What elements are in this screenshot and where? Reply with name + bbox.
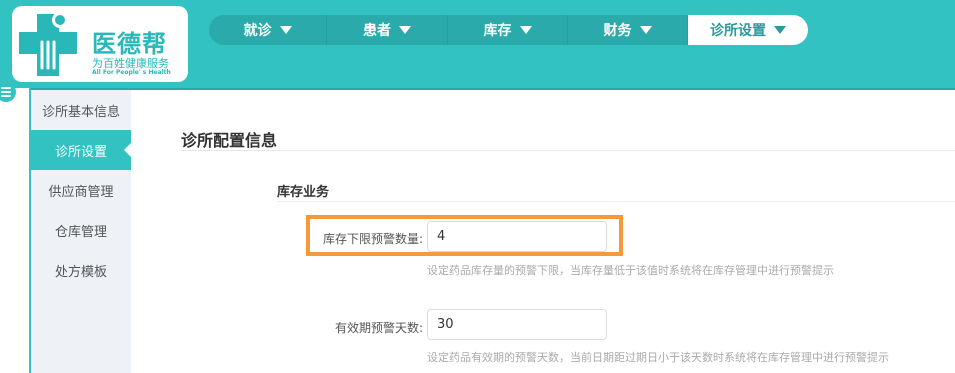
caret-down-icon xyxy=(399,26,411,34)
nav-item-finance[interactable]: 财务 xyxy=(568,15,688,45)
nav-item-patients[interactable]: 患者 xyxy=(327,15,448,45)
top-header: 医德帮 为百姓健康服务 All For People' s Health 就诊 … xyxy=(0,0,955,88)
sidebar-item-label: 供应商管理 xyxy=(48,184,114,200)
sidebar: 诊所基本信息 诊所设置 供应商管理 仓库管理 处方模板 xyxy=(31,90,131,373)
logo-title: 医德帮 xyxy=(92,30,167,58)
sidebar-item-clinic-settings[interactable]: 诊所设置 xyxy=(31,130,131,170)
main-nav: 就诊 患者 库存 财务 诊所设置 xyxy=(209,15,808,45)
title-divider xyxy=(181,150,955,151)
logo-tagline: All For People' s Health xyxy=(92,69,171,76)
section-divider xyxy=(277,201,955,202)
sidebar-item-label: 诊所基本信息 xyxy=(41,104,120,120)
caret-down-icon xyxy=(639,26,652,34)
caret-down-icon xyxy=(774,26,786,34)
sidebar-item-suppliers[interactable]: 供应商管理 xyxy=(31,170,131,210)
sidebar-item-clinic-info[interactable]: 诊所基本信息 xyxy=(31,90,131,130)
expiry-days-input[interactable] xyxy=(427,309,607,340)
stock-min-hint: 设定药品库存量的预警下限，当库存量低于该值时系统将在库存管理中进行预警提示 xyxy=(427,264,834,277)
nav-item-visit[interactable]: 就诊 xyxy=(209,15,327,45)
sidebar-item-prescription-templates[interactable]: 处方模板 xyxy=(31,250,131,290)
caret-down-icon xyxy=(519,26,532,34)
main-content: 诊所配置信息 库存业务 库存下限预警数量: 设定药品库存量的预警下限，当库存量低… xyxy=(131,90,955,373)
caret-down-icon xyxy=(279,26,292,34)
expiry-days-label: 有效期预警天数: xyxy=(334,321,423,335)
expiry-days-hint: 设定药品有效期的预警天数，当前日期距过期日小于该天数时系统将在库存管理中进行预警… xyxy=(427,351,889,364)
sidebar-item-warehouse[interactable]: 仓库管理 xyxy=(31,210,131,250)
nav-item-label: 库存 xyxy=(483,23,512,39)
sidebar-item-label: 处方模板 xyxy=(54,264,107,280)
logo-cross-icon xyxy=(19,8,77,76)
nav-item-clinic-settings[interactable]: 诊所设置 xyxy=(688,15,808,45)
nav-item-label: 患者 xyxy=(363,23,391,39)
section-heading: 库存业务 xyxy=(277,185,330,200)
nav-item-label: 财务 xyxy=(603,23,632,39)
page-title: 诊所配置信息 xyxy=(181,131,278,150)
nav-item-label: 就诊 xyxy=(243,23,272,39)
logo[interactable]: 医德帮 为百姓健康服务 All For People' s Health xyxy=(12,6,188,82)
nav-item-inventory[interactable]: 库存 xyxy=(448,15,568,45)
highlight-box xyxy=(306,215,623,256)
left-gutter xyxy=(0,88,30,373)
sidebar-item-label: 仓库管理 xyxy=(54,224,107,240)
sidebar-item-label: 诊所设置 xyxy=(54,144,107,160)
nav-item-label: 诊所设置 xyxy=(710,23,766,39)
